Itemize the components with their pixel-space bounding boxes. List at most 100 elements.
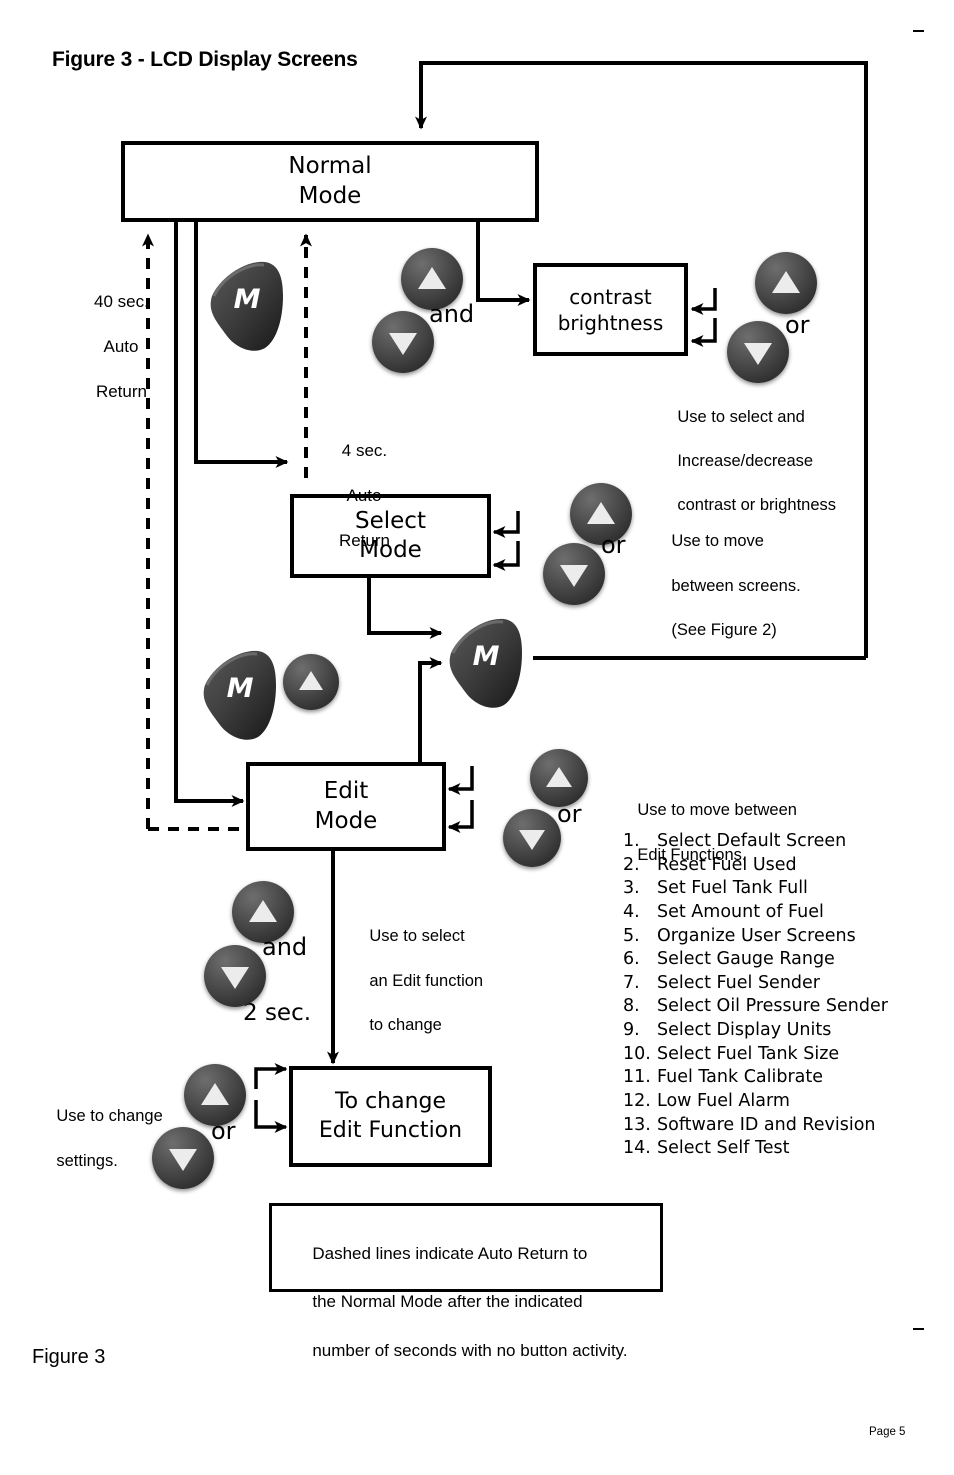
list-item-label: Set Fuel Tank Full: [657, 878, 808, 899]
list-item-label: Organize User Screens: [657, 925, 856, 946]
list-item-number: 7.: [623, 972, 640, 993]
list-item-label: Select Oil Pressure Sender: [657, 996, 888, 1017]
down-arrow-button-edit-hold[interactable]: [204, 945, 266, 1007]
list-item-label: Select Fuel Sender: [657, 972, 820, 993]
list-item: 7. Select Fuel Sender: [623, 972, 888, 996]
mode-button-normal[interactable]: M: [203, 256, 291, 356]
connector-or-contrast: or: [785, 311, 810, 339]
connector-or-settings: or: [211, 1117, 236, 1145]
edge-edit-to-mode-button: [418, 657, 443, 762]
list-item: 10. Select Fuel Tank Size: [623, 1043, 888, 1067]
edit-function-list: 1. Select Default Screen 2. Reset Fuel U…: [623, 830, 888, 1161]
list-item: 6. Select Gauge Range: [623, 948, 888, 972]
connector-or-edit: or: [557, 800, 582, 828]
list-item: 5. Organize User Screens: [623, 925, 888, 949]
up-triangle-icon: [249, 899, 277, 922]
list-item-label: Software ID and Revision: [657, 1114, 876, 1135]
list-item: 9. Select Display Units: [623, 1019, 888, 1043]
list-item-label: Fuel Tank Calibrate: [657, 1067, 824, 1088]
up-triangle-icon: [587, 501, 615, 524]
up-triangle-icon: [546, 766, 572, 787]
up-arrow-button-contrast-adjust[interactable]: [755, 252, 817, 314]
list-item-number: 1.: [623, 831, 640, 851]
node-to-change-edit-function[interactable]: To change Edit Function: [289, 1066, 492, 1167]
list-item: 11. Fuel Tank Calibrate: [623, 1066, 888, 1090]
down-arrow-button-edit[interactable]: [503, 809, 561, 867]
node-to-change-edit-function-label: To change Edit Function: [318, 1089, 463, 1143]
edge-contrast-loop-upper: [690, 288, 717, 315]
edge-change-loop-upper: [254, 1063, 288, 1089]
up-triangle-icon: [772, 270, 800, 293]
mode-button-glyph: M: [473, 641, 500, 672]
edge-edit-loop-upper: [447, 766, 474, 795]
list-item-label: Select Display Units: [657, 1020, 832, 1040]
edge-normal-to-contrast: [476, 222, 531, 306]
list-item: 1. Select Default Screen: [623, 830, 888, 854]
list-item-number: 3.: [623, 878, 640, 899]
node-normal-mode[interactable]: Normal Mode: [121, 141, 539, 222]
timer-select-auto-return: 4 sec. Auto Return: [338, 441, 390, 551]
up-triangle-icon: [201, 1082, 229, 1105]
up-arrow-button-edit-entry[interactable]: [283, 654, 339, 710]
list-item-label: Select Default Screen: [657, 831, 847, 851]
dashed-line-note-text: Dashed lines indicate Auto Return to the…: [312, 1244, 628, 1360]
down-arrow-button-contrast-adjust[interactable]: [727, 321, 789, 383]
list-item: 13. Software ID and Revision: [623, 1114, 888, 1138]
annotation-settings-help: Use to change settings.: [56, 1107, 163, 1170]
list-item-number: 4.: [623, 901, 640, 922]
mode-button-glyph: M: [227, 673, 254, 704]
list-item-number: 5.: [623, 925, 640, 946]
timer-normal-auto-return: 40 sec. Auto Return: [94, 292, 149, 402]
down-triangle-icon: [169, 1148, 197, 1171]
mode-button-select[interactable]: M: [442, 613, 530, 713]
annotation-edit-select-help: Use to select an Edit function to change: [369, 927, 484, 1035]
connector-or-select: or: [601, 531, 626, 559]
figure-title: Figure 3 - LCD Display Screens: [52, 48, 358, 71]
connector-and-contrast: and: [429, 300, 475, 328]
edge-select-to-mode-button: [367, 578, 443, 639]
list-item-number: 8.: [623, 996, 640, 1017]
list-item-number: 6.: [623, 949, 640, 970]
list-item: 3. Set Fuel Tank Full: [623, 877, 888, 901]
list-item-label: Select Fuel Tank Size: [657, 1043, 840, 1064]
node-contrast-brightness[interactable]: contrast brightness: [533, 263, 688, 356]
annotation-select-help: Use to move between screens. (See Figure…: [671, 532, 801, 640]
edge-contrast-loop-lower: [690, 318, 717, 347]
down-triangle-icon: [560, 564, 588, 587]
list-item-number: 12.: [623, 1090, 651, 1111]
node-edit-mode-label: Edit Mode: [314, 778, 378, 834]
node-edit-mode[interactable]: Edit Mode: [246, 762, 446, 851]
list-item-number: 13.: [623, 1114, 651, 1135]
list-item-label: Select Gauge Range: [657, 949, 835, 970]
node-contrast-brightness-label: contrast brightness: [557, 284, 664, 335]
list-item: 8. Select Oil Pressure Sender: [623, 995, 888, 1019]
edge-select-loop-upper: [492, 511, 520, 538]
timer-hold-two-seconds: 2 sec.: [243, 1000, 312, 1026]
list-item-number: 14.: [623, 1138, 651, 1159]
page-number: Page 5: [869, 1426, 906, 1438]
up-triangle-icon: [418, 266, 446, 289]
list-item-number: 10.: [623, 1043, 651, 1064]
figure-caption: Figure 3: [32, 1346, 106, 1368]
down-triangle-icon: [389, 332, 417, 355]
down-arrow-button-contrast[interactable]: [372, 311, 434, 373]
list-item-label: Low Fuel Alarm: [657, 1090, 790, 1111]
figure-page: Figure 3 - LCD Display Screens Normal Mo…: [0, 0, 954, 1475]
list-item-number: 9.: [623, 1020, 640, 1040]
node-normal-mode-label: Normal Mode: [288, 153, 372, 209]
list-item-number: 2.: [623, 854, 640, 875]
list-item: 2. Reset Fuel Used: [623, 854, 888, 878]
list-item: 4. Set Amount of Fuel: [623, 901, 888, 925]
list-item: 12. Low Fuel Alarm: [623, 1090, 888, 1114]
edge-edit-loop-lower: [447, 800, 474, 833]
list-item: 14. Select Self Test: [623, 1137, 888, 1161]
down-triangle-icon: [744, 342, 772, 365]
crop-mark-bottom-right: [913, 1328, 924, 1330]
mode-button-edit-left[interactable]: M: [196, 645, 284, 745]
list-item-label: Set Amount of Fuel: [657, 901, 824, 922]
dashed-line-note-box: Dashed lines indicate Auto Return to the…: [269, 1203, 663, 1360]
edge-select-loop-lower: [492, 541, 520, 571]
list-item-label: Reset Fuel Used: [657, 854, 797, 875]
down-arrow-button-select[interactable]: [543, 543, 605, 605]
up-arrow-button-edit[interactable]: [530, 749, 588, 807]
